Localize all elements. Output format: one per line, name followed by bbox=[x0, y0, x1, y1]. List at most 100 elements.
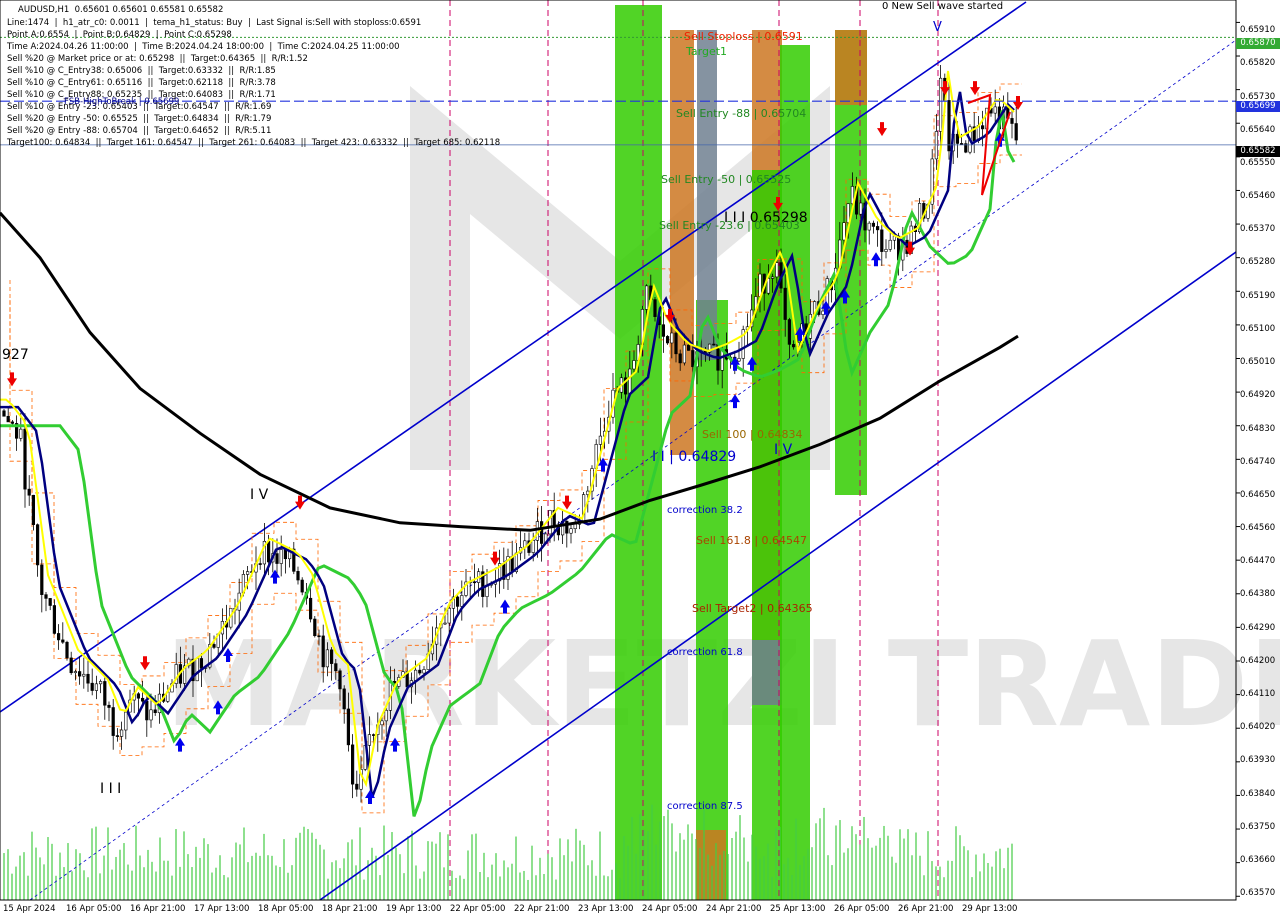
candle-body bbox=[86, 673, 90, 684]
candle-body bbox=[124, 711, 128, 731]
candle-body bbox=[867, 222, 871, 231]
candle-body bbox=[2, 410, 6, 417]
candle-body bbox=[573, 523, 577, 530]
x-tick-label: 15 Apr 2024 bbox=[3, 904, 56, 914]
candle-body bbox=[279, 549, 283, 564]
x-tick-label: 29 Apr 13:00 bbox=[962, 904, 1018, 914]
candle-body bbox=[980, 125, 985, 130]
y-tick-label: 0.64830 bbox=[1240, 424, 1276, 434]
correction-61-label: correction 61.8 bbox=[667, 647, 743, 658]
candle-body bbox=[472, 581, 477, 584]
candle-body bbox=[69, 657, 73, 674]
candle-body bbox=[531, 540, 535, 553]
y-tick-label: 0.64920 bbox=[1240, 390, 1276, 400]
candle-body bbox=[329, 649, 334, 664]
x-tick-label: 22 Apr 05:00 bbox=[450, 904, 506, 914]
candle-body bbox=[346, 708, 351, 746]
y-tick-label: 0.64560 bbox=[1240, 523, 1276, 533]
candle-body bbox=[628, 368, 632, 395]
candle-body bbox=[350, 744, 355, 785]
wave-note-label: 0 New Sell wave started bbox=[882, 1, 1004, 12]
candle-body bbox=[1010, 118, 1014, 124]
candle-body bbox=[859, 202, 863, 215]
price-927-label: 927 bbox=[2, 347, 29, 363]
candle-body bbox=[875, 226, 880, 231]
candle-body bbox=[40, 564, 44, 595]
x-tick-label: 22 Apr 21:00 bbox=[514, 904, 570, 914]
wave-iii-label: I I I bbox=[100, 781, 122, 797]
candle-body bbox=[371, 734, 376, 736]
header-line-2: Point A:0.6554 | Point B:0.64829 | Point… bbox=[7, 30, 232, 40]
signal-zone bbox=[697, 30, 717, 360]
y-tick-label: 0.65460 bbox=[1240, 191, 1276, 201]
entry-price-box: 0.65699 bbox=[1236, 101, 1280, 112]
candle-body bbox=[455, 596, 460, 607]
y-tick-label: 0.63570 bbox=[1240, 888, 1276, 898]
sell-arrow-icon bbox=[562, 495, 572, 510]
sell-entry-23-label: Sell Entry -23.6 | 0.65403 bbox=[659, 219, 800, 232]
candle-body bbox=[325, 649, 330, 668]
candle-body bbox=[300, 579, 304, 593]
x-tick-label: 18 Apr 21:00 bbox=[322, 904, 378, 914]
candle-body bbox=[539, 521, 544, 544]
candle-body bbox=[266, 541, 271, 563]
signal-zone bbox=[752, 640, 782, 705]
candle-body bbox=[283, 549, 288, 560]
candle-body bbox=[644, 285, 649, 310]
candle-body bbox=[342, 688, 346, 710]
candle-body bbox=[136, 693, 141, 699]
candle-body bbox=[871, 222, 875, 227]
buy-arrow-icon bbox=[871, 252, 881, 267]
candle-body bbox=[1014, 123, 1018, 141]
sell-arrow-icon bbox=[877, 122, 887, 137]
sell-target2-label: Sell Target2 | 0.64365 bbox=[692, 602, 813, 615]
candle-body bbox=[770, 276, 775, 279]
wave-iv-left-label: I V bbox=[250, 487, 269, 503]
candle-body bbox=[82, 673, 86, 677]
candle-body bbox=[149, 709, 153, 721]
candle-body bbox=[380, 720, 384, 726]
x-tick-label: 24 Apr 05:00 bbox=[642, 904, 698, 914]
candle-body bbox=[665, 336, 670, 344]
y-tick-label: 0.64290 bbox=[1240, 623, 1276, 633]
candle-body bbox=[78, 671, 82, 677]
candle-body bbox=[661, 324, 665, 337]
y-tick-label: 0.65910 bbox=[1240, 25, 1276, 35]
sell-stoploss-label: Sell Stoploss | 0.6591 bbox=[684, 30, 803, 43]
candle-body bbox=[938, 77, 943, 132]
x-tick-label: 24 Apr 21:00 bbox=[706, 904, 762, 914]
y-tick-label: 0.65820 bbox=[1240, 58, 1276, 68]
candle-body bbox=[598, 435, 602, 445]
candle-body bbox=[884, 249, 888, 252]
header-line-5: Sell %10 @ C_Entry38: 0.65006 || Target:… bbox=[7, 66, 276, 76]
sell-161-label: Sell 161.8 | 0.64547 bbox=[696, 534, 808, 547]
candle-body bbox=[955, 133, 959, 144]
candle-body bbox=[145, 700, 149, 721]
candle-body bbox=[246, 571, 250, 575]
candle-body bbox=[212, 644, 216, 648]
x-tick-label: 23 Apr 13:00 bbox=[578, 904, 634, 914]
buy-arrow-icon bbox=[500, 599, 510, 614]
candle-body bbox=[44, 594, 48, 599]
candle-body bbox=[842, 222, 846, 241]
x-tick-label: 16 Apr 21:00 bbox=[130, 904, 186, 914]
y-tick-label: 0.65550 bbox=[1240, 158, 1276, 168]
candle-body bbox=[313, 618, 317, 637]
y-tick-label: 0.63750 bbox=[1240, 822, 1276, 832]
candle-body bbox=[569, 528, 573, 534]
candle-body bbox=[153, 709, 157, 714]
y-tick-label: 0.64740 bbox=[1240, 457, 1276, 467]
sell-100-label: Sell 100 | 0.64834 bbox=[702, 428, 803, 441]
candle-body bbox=[141, 697, 145, 702]
volume-bars bbox=[3, 804, 1013, 900]
candle-body bbox=[783, 287, 787, 320]
candle-body bbox=[27, 488, 31, 496]
candle-body bbox=[737, 358, 741, 362]
candle-body bbox=[384, 710, 388, 722]
y-tick-label: 0.65100 bbox=[1240, 324, 1276, 334]
y-tick-label: 0.63840 bbox=[1240, 789, 1276, 799]
candle-body bbox=[23, 428, 27, 490]
header-line-11: Target100: 0.64834 || Target 161: 0.6454… bbox=[7, 138, 501, 148]
candle-body bbox=[103, 681, 107, 706]
sell-entry-50-label: Sell Entry -50 | 0.65525 bbox=[661, 173, 792, 186]
